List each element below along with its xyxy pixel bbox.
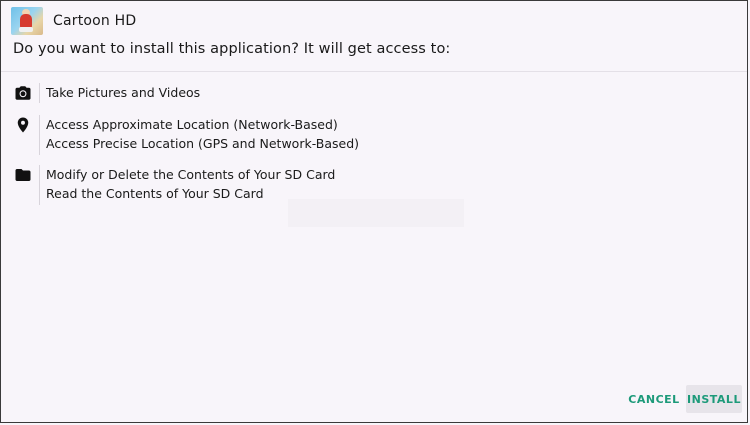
app-title: Cartoon HD (53, 13, 137, 29)
install-dialog: Cartoon HD Do you want to install this a… (0, 0, 748, 423)
location-pin-icon (17, 117, 29, 133)
permission-camera: Take Pictures and Videos (1, 83, 747, 105)
permission-lines: Modify or Delete the Contents of Your SD… (46, 165, 335, 203)
install-prompt: Do you want to install this application?… (13, 41, 451, 57)
permission-rule (39, 115, 40, 155)
permission-location: Access Approximate Location (Network-Bas… (1, 115, 747, 155)
cartoon-hd-app-icon (11, 7, 43, 35)
dialog-header: Cartoon HD Do you want to install this a… (1, 1, 747, 71)
install-button[interactable]: INSTALL (686, 385, 742, 413)
permission-rule (39, 83, 40, 103)
camera-icon (15, 86, 31, 100)
permission-line: Modify or Delete the Contents of Your SD… (46, 167, 336, 182)
permission-line: Take Pictures and Videos (46, 85, 201, 100)
permission-lines: Access Approximate Location (Network-Bas… (46, 115, 359, 153)
cancel-button[interactable]: CANCEL (628, 385, 680, 413)
app-icon-figure-body (20, 14, 32, 28)
permission-line: Access Precise Location (GPS and Network… (46, 136, 360, 151)
folder-icon (15, 169, 31, 181)
permission-rule (39, 165, 40, 205)
permission-line: Access Approximate Location (Network-Bas… (46, 117, 338, 132)
app-icon-figure-legs (19, 27, 33, 32)
permission-lines: Take Pictures and Videos (46, 83, 200, 102)
header-divider (1, 71, 747, 72)
list-fade-overlay (288, 199, 464, 227)
